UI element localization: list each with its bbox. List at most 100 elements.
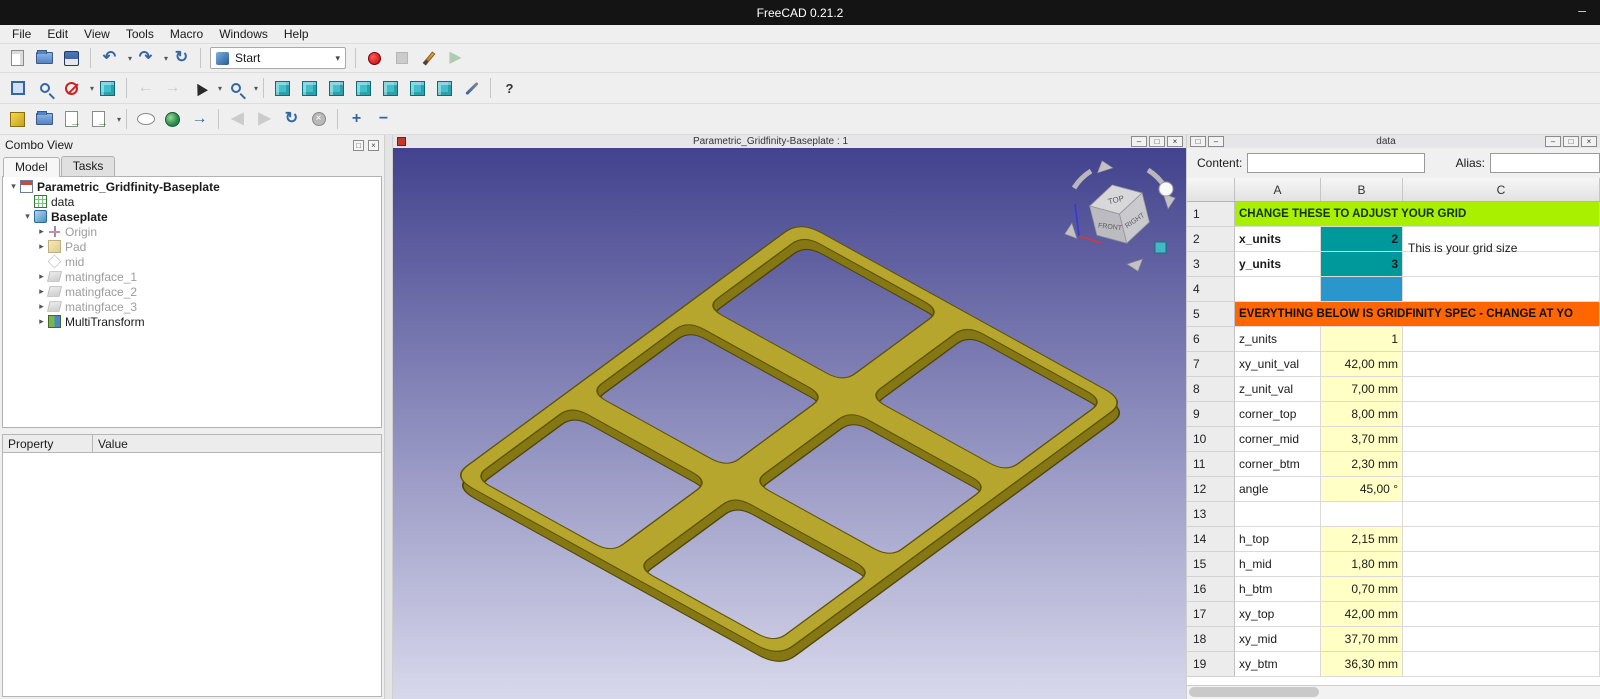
- cell-B10[interactable]: 3,70 mm: [1321, 427, 1403, 452]
- go-button[interactable]: →: [186, 107, 213, 132]
- close-subwindow-button[interactable]: ×: [1581, 136, 1597, 147]
- row-header-9[interactable]: 9: [1187, 402, 1235, 427]
- restore-subwindow-button[interactable]: □: [1149, 136, 1165, 147]
- spreadsheet-grid[interactable]: 1CHANGE THESE TO ADJUST YOUR GRID2x_unit…: [1187, 202, 1600, 685]
- cell-C14[interactable]: [1403, 527, 1600, 552]
- cell-A10[interactable]: corner_mid: [1235, 427, 1321, 452]
- cell-C8[interactable]: [1403, 377, 1600, 402]
- cell-B17[interactable]: 42,00 mm: [1321, 602, 1403, 627]
- tree-item-matingface_2[interactable]: ▸matingface_2: [3, 284, 381, 299]
- view-isometric-button[interactable]: [269, 76, 296, 101]
- macro-play-button[interactable]: ▶: [442, 46, 469, 71]
- undo-button[interactable]: ↶: [96, 46, 123, 71]
- row-header-2[interactable]: 2: [1187, 227, 1235, 252]
- fit-selection-button[interactable]: [31, 76, 58, 101]
- ellipse-button[interactable]: [132, 107, 159, 132]
- row-header-18[interactable]: 18: [1187, 627, 1235, 652]
- select-all-corner[interactable]: [1187, 178, 1235, 201]
- browser-refresh-button[interactable]: ↻: [278, 107, 305, 132]
- redo-button[interactable]: ↷: [132, 46, 159, 71]
- cell-A19[interactable]: xy_btm: [1235, 652, 1321, 677]
- open-location-button[interactable]: [31, 107, 58, 132]
- cell-B9[interactable]: 8,00 mm: [1321, 402, 1403, 427]
- open-document-button[interactable]: [31, 46, 58, 71]
- menu-macro[interactable]: Macro: [162, 26, 211, 42]
- measure-distance-button[interactable]: [458, 76, 485, 101]
- view-top-button[interactable]: [323, 76, 350, 101]
- zoom-tools-button[interactable]: [222, 76, 249, 101]
- row-header-4[interactable]: 4: [1187, 277, 1235, 302]
- row-header-15[interactable]: 15: [1187, 552, 1235, 577]
- row-header-5[interactable]: 5: [1187, 302, 1235, 327]
- cell-C17[interactable]: [1403, 602, 1600, 627]
- tree-expander-icon[interactable]: ▸: [35, 316, 48, 327]
- axis-cube-icon[interactable]: [1155, 242, 1166, 253]
- cell-B13[interactable]: [1321, 502, 1403, 527]
- stereo-view-button[interactable]: [94, 76, 121, 101]
- cell-C15[interactable]: [1403, 552, 1600, 577]
- cell-A1[interactable]: CHANGE THESE TO ADJUST YOUR GRID: [1235, 202, 1600, 227]
- menu-file[interactable]: File: [4, 26, 39, 42]
- cell-C7[interactable]: [1403, 352, 1600, 377]
- macro-stop-button[interactable]: [388, 46, 415, 71]
- cell-A2[interactable]: x_units: [1235, 227, 1321, 252]
- cell-C11[interactable]: [1403, 452, 1600, 477]
- cell-B2[interactable]: 2: [1321, 227, 1403, 252]
- tree-expander-icon[interactable]: ▸: [35, 271, 48, 282]
- minimize-window-button[interactable]: –: [1578, 2, 1586, 18]
- float-panel-button[interactable]: □: [353, 140, 364, 151]
- cell-B11[interactable]: 2,30 mm: [1321, 452, 1403, 477]
- cell-B15[interactable]: 1,80 mm: [1321, 552, 1403, 577]
- tree-item-matingface_3[interactable]: ▸matingface_3: [3, 299, 381, 314]
- tree-item-mid[interactable]: mid: [3, 254, 381, 269]
- tree-expander-icon[interactable]: ▸: [35, 286, 48, 297]
- row-header-8[interactable]: 8: [1187, 377, 1235, 402]
- cell-content-input[interactable]: [1247, 153, 1424, 173]
- column-header-a[interactable]: A: [1235, 178, 1321, 201]
- view-front-button[interactable]: [296, 76, 323, 101]
- cell-B19[interactable]: 36,30 mm: [1321, 652, 1403, 677]
- tree-item-Baseplate[interactable]: ▾Baseplate: [3, 209, 381, 224]
- tree-item-data[interactable]: data: [3, 194, 381, 209]
- restore-subwindow-button[interactable]: □: [1563, 136, 1579, 147]
- workbench-selector[interactable]: Start ▾: [210, 47, 346, 69]
- close-panel-button[interactable]: ×: [368, 140, 379, 151]
- cell-A11[interactable]: corner_btm: [1235, 452, 1321, 477]
- cell-C2[interactable]: This is your grid size: [1403, 227, 1600, 252]
- draw-style-button[interactable]: [58, 76, 85, 101]
- start-page-button[interactable]: [4, 107, 31, 132]
- row-header-19[interactable]: 19: [1187, 652, 1235, 677]
- nav-back-button[interactable]: ←: [132, 76, 159, 101]
- cell-B16[interactable]: 0,70 mm: [1321, 577, 1403, 602]
- cell-C18[interactable]: [1403, 627, 1600, 652]
- row-header-14[interactable]: 14: [1187, 527, 1235, 552]
- nav-forward-button[interactable]: →: [159, 76, 186, 101]
- cell-A9[interactable]: corner_top: [1235, 402, 1321, 427]
- tree-expander-icon[interactable]: ▾: [7, 181, 20, 192]
- cell-A12[interactable]: angle: [1235, 477, 1321, 502]
- row-header-12[interactable]: 12: [1187, 477, 1235, 502]
- tree-expander-icon[interactable]: ▸: [35, 241, 48, 252]
- close-subwindow-button[interactable]: ×: [1167, 136, 1183, 147]
- cell-C10[interactable]: [1403, 427, 1600, 452]
- cell-A15[interactable]: h_mid: [1235, 552, 1321, 577]
- menu-help[interactable]: Help: [276, 26, 317, 42]
- row-header-7[interactable]: 7: [1187, 352, 1235, 377]
- cell-A13[interactable]: [1235, 502, 1321, 527]
- scrollbar-thumb[interactable]: [1189, 687, 1319, 697]
- 3d-viewport[interactable]: TOP FRONT RIGHT: [393, 148, 1186, 699]
- cell-C12[interactable]: [1403, 477, 1600, 502]
- cell-A5[interactable]: EVERYTHING BELOW IS GRIDFINITY SPEC - CH…: [1235, 302, 1600, 327]
- cell-B8[interactable]: 7,00 mm: [1321, 377, 1403, 402]
- column-header-b[interactable]: B: [1321, 178, 1403, 201]
- cell-A4[interactable]: [1235, 277, 1321, 302]
- minimize-subwindow-button[interactable]: –: [1545, 136, 1561, 147]
- refresh-button[interactable]: ↻: [168, 46, 195, 71]
- row-header-10[interactable]: 10: [1187, 427, 1235, 452]
- navcube-home-button[interactable]: [1159, 182, 1173, 196]
- tree-item-Pad[interactable]: ▸Pad: [3, 239, 381, 254]
- menu-windows[interactable]: Windows: [211, 26, 276, 42]
- tab-tasks[interactable]: Tasks: [61, 156, 116, 176]
- tab-model[interactable]: Model: [3, 157, 60, 177]
- cell-C19[interactable]: [1403, 652, 1600, 677]
